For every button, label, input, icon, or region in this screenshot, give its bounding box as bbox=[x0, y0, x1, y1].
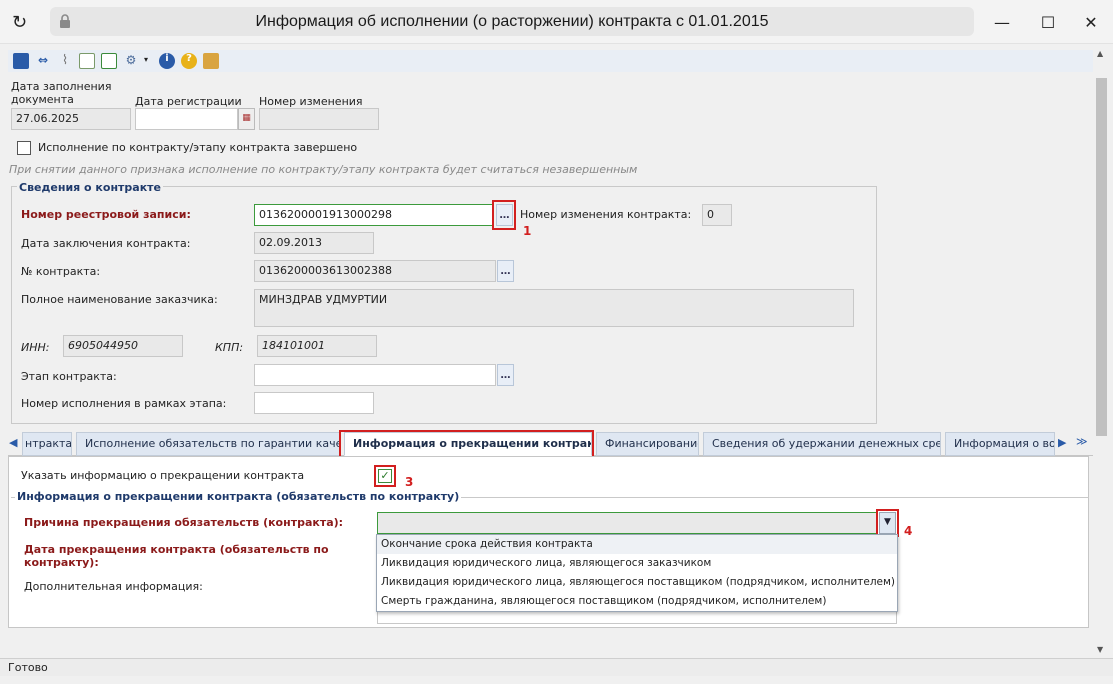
save-icon[interactable] bbox=[13, 53, 29, 69]
tab-scroll-right-icon[interactable]: ▶ bbox=[1058, 436, 1072, 452]
reg-date-label: Дата регистрации bbox=[135, 95, 242, 108]
completed-checkbox[interactable] bbox=[17, 141, 31, 155]
reg-date-field[interactable] bbox=[135, 108, 238, 130]
contract-change-label: Номер изменения контракта: bbox=[520, 208, 692, 221]
reason-combobox[interactable] bbox=[377, 512, 877, 534]
termination-date-label: Дата прекращения контракта (обязательств… bbox=[24, 543, 329, 569]
contract-no-label: № контракта: bbox=[21, 265, 101, 278]
contract-section-title: Сведения о контракте bbox=[17, 181, 164, 194]
tab-contract[interactable]: нтракта bbox=[22, 432, 72, 456]
close-button[interactable]: ✕ bbox=[1068, 0, 1113, 44]
status-text: Готово bbox=[8, 661, 48, 674]
window-title: Информация об исполнении (о расторжении)… bbox=[255, 13, 769, 30]
tab-quality-guarantee[interactable]: Исполнение обязательств по гарантии каче… bbox=[76, 432, 340, 456]
calendar-icon[interactable]: ▦ bbox=[238, 108, 255, 130]
document-icon[interactable] bbox=[79, 53, 95, 69]
marker-box-4 bbox=[876, 509, 899, 537]
info-icon[interactable]: i bbox=[159, 53, 175, 69]
help-icon[interactable]: ? bbox=[181, 53, 197, 69]
exit-icon[interactable] bbox=[203, 53, 219, 69]
title-field: Информация об исполнении (о расторжении)… bbox=[50, 7, 974, 36]
kpp-field[interactable]: 184101001 bbox=[257, 335, 377, 357]
registry-label: Номер реестровой записи: bbox=[21, 208, 191, 221]
reason-option[interactable]: Смерть гражданина, являющегося поставщик… bbox=[377, 592, 897, 611]
completed-label: Исполнение по контракту/этапу контракта … bbox=[38, 141, 358, 154]
conclusion-date-label: Дата заключения контракта: bbox=[21, 237, 191, 250]
exec-no-label: Номер исполнения в рамках этапа: bbox=[21, 397, 227, 410]
customer-field[interactable]: МИНЗДРАВ УДМУРТИИ bbox=[254, 289, 854, 327]
contract-no-select-button[interactable]: … bbox=[497, 260, 514, 282]
exec-no-field[interactable] bbox=[254, 392, 374, 414]
customer-label: Полное наименование заказчика: bbox=[21, 293, 218, 306]
tab-refund-info[interactable]: Информация о возв bbox=[945, 432, 1055, 456]
termination-section-title: Информация о прекращении контракта (обяз… bbox=[15, 490, 462, 503]
reason-label: Причина прекращения обязательств (контра… bbox=[24, 516, 344, 529]
tab-scroll-left-icon[interactable]: ◀ bbox=[9, 436, 21, 452]
inn-label: ИНН: bbox=[21, 341, 50, 354]
scroll-down-icon[interactable]: ▼ bbox=[1097, 645, 1103, 654]
scrollbar-thumb[interactable] bbox=[1096, 78, 1107, 436]
stage-field[interactable] bbox=[254, 364, 496, 386]
marker-1: 1 bbox=[523, 224, 532, 238]
maximize-button[interactable]: ☐ bbox=[1025, 0, 1071, 44]
marker-3: 3 bbox=[405, 475, 414, 489]
marker-box-1 bbox=[492, 200, 516, 230]
marker-box-3 bbox=[374, 465, 396, 487]
date-fill-label: Дата заполнения документа bbox=[11, 80, 112, 106]
stage-label: Этап контракта: bbox=[21, 370, 117, 383]
specify-termination-label: Указать информацию о прекращении контрак… bbox=[21, 469, 305, 482]
contract-no-field[interactable]: 0136200003613002388 bbox=[254, 260, 496, 282]
status-bar: Готово bbox=[0, 658, 1113, 676]
tab-list-icon[interactable]: ≫ bbox=[1076, 435, 1090, 453]
document-go-icon[interactable] bbox=[101, 53, 117, 69]
attach-icon[interactable]: ⌇ bbox=[57, 53, 73, 69]
reason-option[interactable]: Ликвидация юридического лица, являющегос… bbox=[377, 554, 897, 573]
stage-select-button[interactable]: … bbox=[497, 364, 514, 386]
tab-withholding[interactable]: Сведения об удержании денежных средств bbox=[703, 432, 941, 456]
extra-info-label: Дополнительная информация: bbox=[24, 580, 203, 593]
workflow-icon[interactable]: ⚙ bbox=[123, 53, 139, 69]
window-titlebar: ↻ Информация об исполнении (о расторжени… bbox=[0, 0, 1113, 44]
refresh-icon[interactable]: ↻ bbox=[12, 12, 27, 33]
change-no-field[interactable] bbox=[259, 108, 379, 130]
scroll-up-icon[interactable]: ▲ bbox=[1097, 49, 1103, 58]
marker-4: 4 bbox=[904, 524, 913, 538]
hint-text: При снятии данного признака исполнение п… bbox=[9, 163, 638, 176]
kpp-label: КПП: bbox=[215, 341, 244, 354]
reason-option[interactable]: Ликвидация юридического лица, являющегос… bbox=[377, 573, 897, 592]
tab-financing[interactable]: Финансирование bbox=[596, 432, 699, 456]
reason-option[interactable]: Окончание срока действия контракта bbox=[377, 535, 897, 554]
link-icon[interactable]: ⇔ bbox=[35, 53, 51, 69]
marker-box-2 bbox=[339, 430, 594, 459]
conclusion-date-field[interactable]: 02.09.2013 bbox=[254, 232, 374, 254]
date-fill-field[interactable]: 27.06.2025 bbox=[11, 108, 131, 130]
registry-field[interactable]: 0136200001913000298 bbox=[254, 204, 494, 226]
change-no-label: Номер изменения bbox=[259, 95, 363, 108]
workflow-dropdown-icon[interactable]: ▾ bbox=[144, 55, 148, 64]
minimize-button[interactable]: — bbox=[979, 0, 1025, 44]
reason-dropdown-list: Окончание срока действия контракта Ликви… bbox=[376, 534, 898, 612]
inn-field[interactable]: 6905044950 bbox=[63, 335, 183, 357]
contract-change-field[interactable]: 0 bbox=[702, 204, 732, 226]
